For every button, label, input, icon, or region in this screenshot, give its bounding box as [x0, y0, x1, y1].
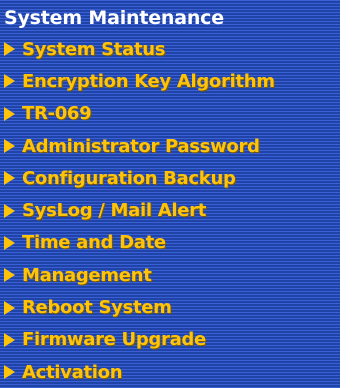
- menu-item-label: Administrator Password: [22, 135, 260, 157]
- triangle-right-icon: [4, 171, 15, 186]
- menu-item-label: Configuration Backup: [22, 167, 236, 189]
- triangle-right-icon: [4, 235, 15, 250]
- menu-item-administrator-password[interactable]: Administrator Password: [4, 130, 340, 162]
- triangle-right-icon: [4, 203, 15, 218]
- menu-title: System Maintenance: [4, 7, 224, 29]
- triangle-right-icon: [4, 268, 15, 283]
- menu-item-label: System Status: [22, 38, 166, 60]
- menu-list: System Status Encryption Key Algorithm T…: [4, 33, 340, 388]
- triangle-right-icon: [4, 74, 15, 89]
- triangle-right-icon: [4, 42, 15, 57]
- menu-item-label: Activation: [22, 361, 123, 383]
- menu-item-reboot-system[interactable]: Reboot System: [4, 291, 340, 323]
- menu-item-label: Firmware Upgrade: [22, 329, 206, 351]
- menu-item-firmware-upgrade[interactable]: Firmware Upgrade: [4, 324, 340, 356]
- triangle-right-icon: [4, 332, 15, 347]
- menu-item-time-and-date[interactable]: Time and Date: [4, 227, 340, 259]
- menu-item-management[interactable]: Management: [4, 259, 340, 291]
- triangle-right-icon: [4, 139, 15, 154]
- menu-item-label: SysLog / Mail Alert: [22, 200, 206, 222]
- menu-item-activation[interactable]: Activation: [4, 356, 340, 388]
- menu-item-tr-069[interactable]: TR-069: [4, 98, 340, 130]
- triangle-right-icon: [4, 365, 15, 380]
- menu-item-label: TR-069: [22, 103, 92, 125]
- menu-item-label: Time and Date: [22, 232, 166, 254]
- menu-item-syslog-mail-alert[interactable]: SysLog / Mail Alert: [4, 194, 340, 226]
- menu-item-encryption-key-algorithm[interactable]: Encryption Key Algorithm: [4, 65, 340, 97]
- menu-item-label: Encryption Key Algorithm: [22, 70, 275, 92]
- menu-item-label: Reboot System: [22, 297, 172, 319]
- menu-item-label: Management: [22, 264, 152, 286]
- menu-item-system-status[interactable]: System Status: [4, 33, 340, 65]
- menu-item-configuration-backup[interactable]: Configuration Backup: [4, 162, 340, 194]
- triangle-right-icon: [4, 300, 15, 315]
- system-maintenance-menu: System Maintenance System Status Encrypt…: [0, 0, 340, 388]
- triangle-right-icon: [4, 106, 15, 121]
